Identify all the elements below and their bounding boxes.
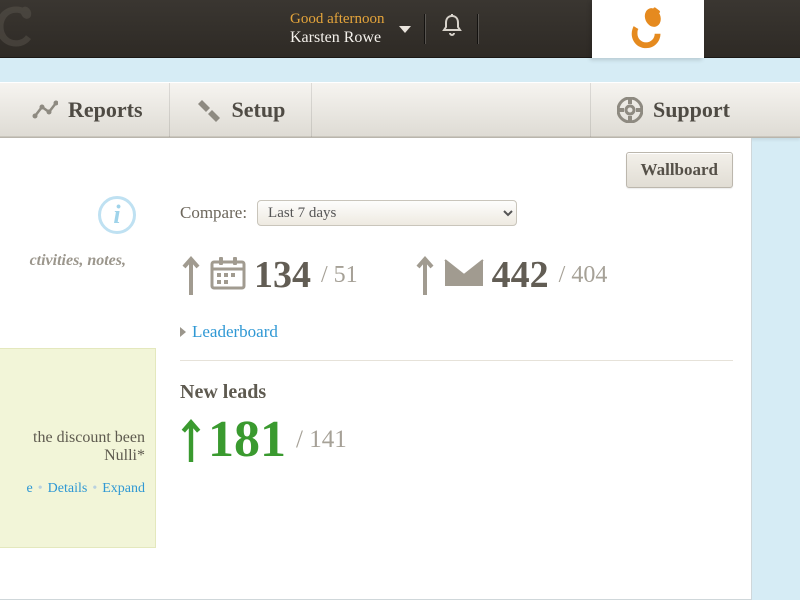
compare-select[interactable]: Last 7 days [257, 200, 517, 226]
content-area: Wallboard i ctivities, notes, the discou… [0, 138, 752, 600]
nav-support[interactable]: Support [590, 83, 756, 137]
stat-calendar: 134 / 51 [180, 252, 358, 298]
main-nav: Reports Setup Support [0, 82, 800, 138]
stat-calendar-value: 134 [254, 253, 311, 297]
note-link-expand[interactable]: Expand [102, 481, 145, 496]
note-line1: the discount been [33, 429, 145, 446]
stats-panel: Compare: Last 7 days [180, 200, 733, 469]
username-text: Karsten Rowe [290, 28, 385, 47]
app-logo-corner [0, 0, 40, 53]
nav-support-label: Support [653, 97, 730, 123]
stats-row: 134 / 51 442 / 404 [180, 252, 733, 298]
note-card: the discount been Nulli* e•Details•Expan… [0, 348, 156, 548]
note-link-details[interactable]: Details [48, 481, 88, 496]
stat-mail-compare: / 404 [559, 262, 608, 289]
leaderboard-label: Leaderboard [192, 322, 278, 342]
nav-reports-label: Reports [68, 97, 143, 123]
new-leads-compare: / 141 [296, 426, 347, 454]
caret-right-icon [180, 327, 186, 337]
info-icon[interactable]: i [98, 196, 136, 234]
support-icon [617, 97, 643, 123]
nav-setup[interactable]: Setup [170, 83, 313, 137]
compare-row: Compare: Last 7 days [180, 200, 733, 226]
notifications-button[interactable] [440, 13, 464, 44]
setup-icon [196, 98, 222, 122]
wallboard-button[interactable]: Wallboard [626, 152, 733, 188]
divider [180, 360, 733, 361]
divider [425, 14, 426, 44]
left-hint-text: ctivities, notes, [30, 252, 126, 270]
chevron-down-icon [399, 26, 411, 33]
stat-mail: 442 / 404 [414, 252, 608, 298]
content-toolbar: Wallboard [0, 138, 751, 198]
arrow-up-icon [180, 417, 202, 463]
new-leads-heading: New leads [180, 381, 733, 404]
arrow-up-icon [414, 252, 436, 298]
calendar-icon [210, 256, 246, 295]
left-panel: i ctivities, notes, the discount been Nu… [0, 200, 160, 600]
arrow-up-icon [180, 252, 202, 298]
stat-calendar-compare: / 51 [321, 262, 358, 289]
stat-mail-value: 442 [492, 253, 549, 297]
compare-label: Compare: [180, 203, 247, 223]
reports-icon [32, 99, 58, 121]
new-leads-value: 181 [208, 410, 286, 469]
divider [478, 14, 479, 44]
note-author: Nulli* [104, 447, 145, 464]
top-bar: Good afternoon Karsten Rowe [0, 0, 800, 58]
nav-reports[interactable]: Reports [20, 83, 170, 137]
mail-icon [444, 259, 484, 292]
greeting-text: Good afternoon [290, 10, 385, 28]
leaderboard-toggle[interactable]: Leaderboard [180, 322, 733, 342]
new-leads-stat: 181 / 141 [180, 410, 733, 469]
user-menu[interactable]: Good afternoon Karsten Rowe [290, 10, 411, 47]
nav-setup-label: Setup [232, 97, 286, 123]
brand-logo-tile[interactable] [592, 0, 704, 58]
note-link-e[interactable]: e [27, 481, 33, 496]
